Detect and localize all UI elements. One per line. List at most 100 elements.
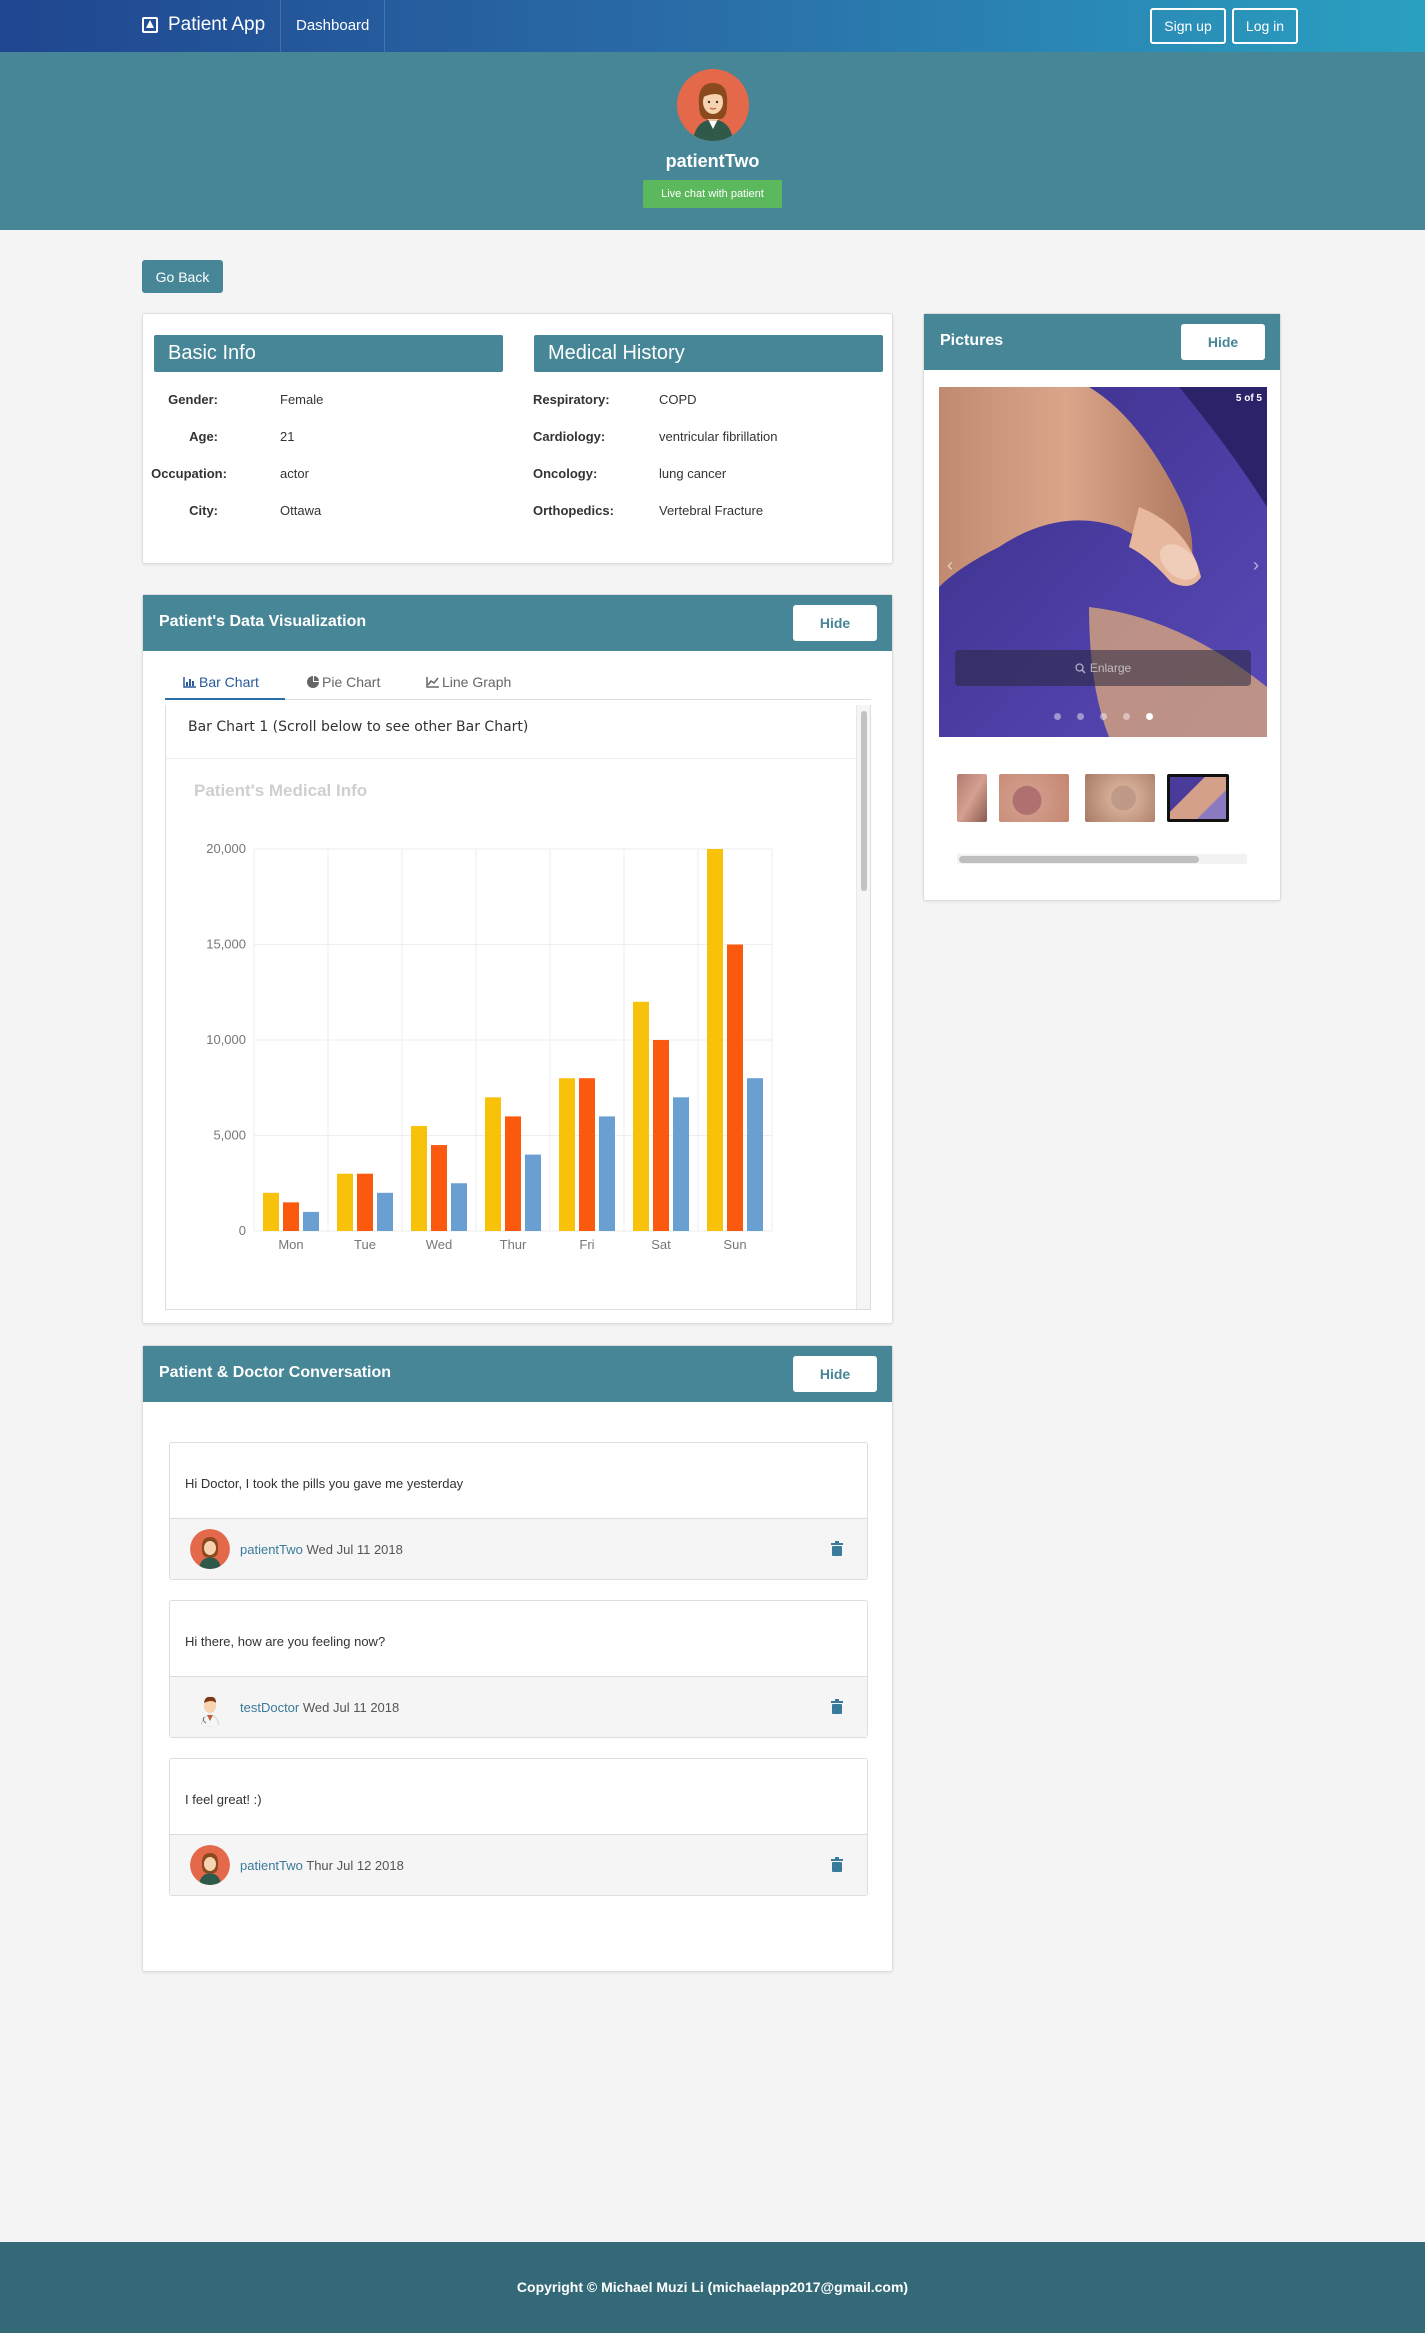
- pictures-panel: Pictures Hide 5 of 5 ‹ › Enlarge: [923, 313, 1281, 901]
- pictures-hide-button[interactable]: Hide: [1181, 324, 1265, 360]
- thumbnail-3[interactable]: [1085, 774, 1155, 822]
- y-tick-label: 20,000: [206, 841, 246, 856]
- avatar: [190, 1845, 230, 1885]
- bar: [357, 1173, 373, 1231]
- avatar: [190, 1529, 230, 1569]
- occupation-value: actor: [280, 466, 309, 481]
- carousel-dot[interactable]: [1099, 713, 1107, 720]
- thumbnail-2[interactable]: [999, 774, 1069, 822]
- trash-icon[interactable]: [831, 1699, 843, 1714]
- orthopedics-label: Orthopedics:: [533, 503, 614, 518]
- thumbnail-scrollbar[interactable]: [957, 854, 1247, 864]
- carousel-image[interactable]: 5 of 5 ‹ › Enlarge: [939, 387, 1267, 737]
- chart-container[interactable]: Bar Chart 1 (Scroll below to see other B…: [165, 705, 871, 1310]
- navbar: Patient App Dashboard Sign up Log in: [0, 0, 1425, 52]
- message-card: I feel great! :) patientTwo Thur Jul 12 …: [169, 1758, 868, 1896]
- conversation-panel: Patient & Doctor Conversation Hide Hi Do…: [142, 1345, 893, 1972]
- x-tick-label: Tue: [354, 1237, 376, 1252]
- thumbnail-1[interactable]: [957, 774, 987, 822]
- bar: [727, 944, 743, 1231]
- go-back-button[interactable]: Go Back: [142, 260, 223, 293]
- image-counter: 5 of 5: [1235, 393, 1262, 404]
- brand[interactable]: Patient App: [142, 14, 265, 36]
- age-label: Age:: [189, 429, 218, 444]
- bar: [653, 1040, 669, 1231]
- message-author-link[interactable]: testDoctor: [240, 1700, 299, 1715]
- age-value: 21: [280, 429, 295, 444]
- carousel-prev-icon[interactable]: ‹: [947, 555, 953, 576]
- bar: [579, 1078, 595, 1231]
- message-author-link[interactable]: patientTwo: [240, 1858, 303, 1873]
- medical-history-heading: Medical History: [534, 335, 883, 372]
- message-meta: patientTwo Wed Jul 11 2018: [240, 1542, 403, 1557]
- basic-info-heading: Basic Info: [154, 335, 503, 372]
- tab-line-graph-label: Line Graph: [442, 674, 512, 690]
- message-author-link[interactable]: patientTwo: [240, 1542, 303, 1557]
- bar: [599, 1116, 615, 1231]
- bar: [707, 849, 723, 1231]
- trash-icon[interactable]: [831, 1857, 843, 1872]
- visualization-panel: Patient's Data Visualization Hide Bar Ch…: [142, 594, 893, 1324]
- carousel-next-icon[interactable]: ›: [1253, 555, 1259, 576]
- y-tick-label: 0: [239, 1223, 246, 1238]
- message-card: Hi Doctor, I took the pills you gave me …: [169, 1442, 868, 1580]
- x-tick-label: Sun: [723, 1237, 746, 1252]
- gender-label: Gender:: [168, 392, 218, 407]
- signup-button[interactable]: Sign up: [1150, 8, 1226, 44]
- login-button[interactable]: Log in: [1232, 8, 1298, 44]
- message-meta: patientTwo Thur Jul 12 2018: [240, 1858, 404, 1873]
- chart-title: Patient's Medical Info: [194, 781, 367, 800]
- bar: [747, 1078, 763, 1231]
- city-label: City:: [189, 503, 218, 518]
- bar: [525, 1154, 541, 1231]
- chart-tabs: Bar Chart Pie Chart Line Graph: [165, 665, 871, 700]
- bar: [559, 1078, 575, 1231]
- tab-line-graph[interactable]: Line Graph: [408, 665, 529, 700]
- thumbnail-5-selected[interactable]: [1167, 774, 1229, 822]
- bar: [377, 1192, 393, 1231]
- chart-scrollbar-thumb[interactable]: [861, 711, 867, 891]
- carousel-dot[interactable]: [1122, 713, 1130, 720]
- line-chart-icon: [426, 677, 439, 688]
- x-tick-label: Mon: [278, 1237, 303, 1252]
- avatar: [190, 1687, 230, 1727]
- trash-icon[interactable]: [831, 1541, 843, 1556]
- profile-header: patientTwo Live chat with patient: [0, 52, 1425, 230]
- tab-pie-chart[interactable]: Pie Chart: [289, 665, 398, 700]
- nav-dashboard-link[interactable]: Dashboard: [280, 0, 386, 52]
- y-tick-label: 5,000: [213, 1128, 246, 1143]
- chart-scrollbar[interactable]: [856, 705, 870, 1309]
- visualization-header: Patient's Data Visualization Hide: [143, 595, 892, 651]
- visualization-hide-button[interactable]: Hide: [793, 605, 877, 641]
- city-value: Ottawa: [280, 503, 322, 518]
- bar-chart: Patient's Medical Info 0 5,000 10,000 15,000…: [194, 781, 773, 1252]
- carousel-dot[interactable]: [1076, 713, 1084, 720]
- carousel-dot[interactable]: [1053, 713, 1061, 720]
- carousel-dot[interactable]: [1145, 713, 1153, 720]
- live-chat-button[interactable]: Live chat with patient: [643, 180, 782, 208]
- tab-bar-chart[interactable]: Bar Chart: [165, 665, 285, 700]
- thumbnail-scrollbar-thumb[interactable]: [959, 856, 1199, 863]
- message-footer: testDoctor Wed Jul 11 2018: [170, 1676, 867, 1737]
- enlarge-button[interactable]: Enlarge: [955, 650, 1251, 686]
- oncology-value: lung cancer: [659, 466, 727, 481]
- tab-pie-chart-label: Pie Chart: [322, 674, 381, 690]
- enlarge-label: Enlarge: [1089, 661, 1132, 675]
- info-panel: Basic Info Medical History Gender: Femal…: [142, 313, 893, 564]
- x-tick-label: Thur: [500, 1237, 527, 1252]
- respiratory-value: COPD: [659, 392, 697, 407]
- bar: [303, 1211, 319, 1231]
- pictures-header: Pictures Hide: [924, 314, 1280, 370]
- message-meta: testDoctor Wed Jul 11 2018: [240, 1700, 399, 1715]
- brand-name: Patient App: [168, 14, 266, 35]
- message-text: Hi Doctor, I took the pills you gave me …: [185, 1476, 464, 1491]
- bar: [485, 1097, 501, 1231]
- gender-value: Female: [280, 392, 324, 407]
- patient-avatar: [677, 69, 749, 141]
- chart-caption: Bar Chart 1 (Scroll below to see other B…: [188, 719, 529, 735]
- orthopedics-value: Vertebral Fracture: [659, 503, 764, 518]
- footer-copyright: Copyright © Michael Muzi Li (michaelapp2…: [0, 2242, 1425, 2333]
- conversation-hide-button[interactable]: Hide: [793, 1356, 877, 1392]
- bar: [283, 1202, 299, 1231]
- bar: [633, 1001, 649, 1231]
